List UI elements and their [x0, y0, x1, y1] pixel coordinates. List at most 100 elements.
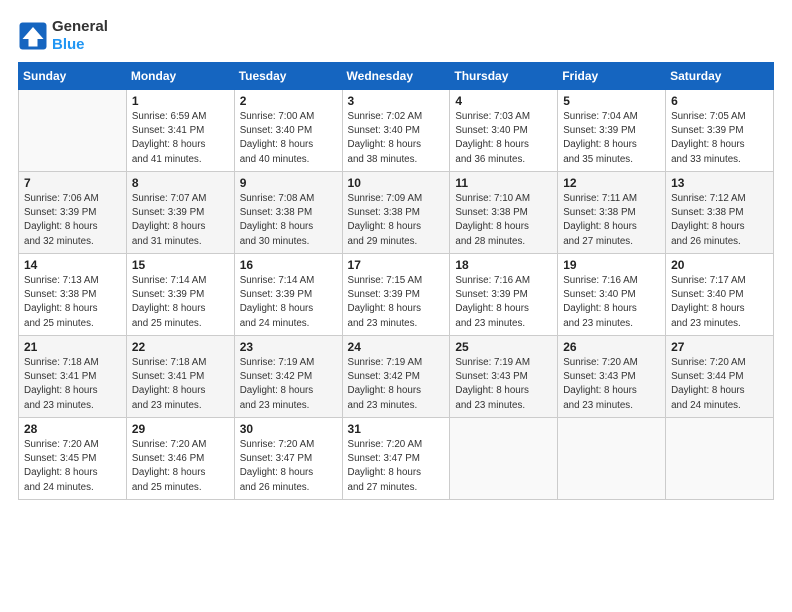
- calendar-cell: 24 Sunrise: 7:19 AMSunset: 3:42 PMDayligh…: [342, 336, 450, 418]
- day-info: Sunrise: 7:00 AMSunset: 3:40 PMDaylight:…: [240, 110, 337, 167]
- day-number: 11: [455, 176, 552, 190]
- calendar-week-row: 1 Sunrise: 6:59 AMSunset: 3:41 PMDaylight…: [19, 90, 774, 172]
- day-info: Sunrise: 7:03 AMSunset: 3:40 PMDaylight:…: [455, 110, 552, 167]
- logo-text: General Blue: [52, 18, 108, 54]
- day-number: 2: [240, 94, 337, 108]
- day-number: 5: [563, 94, 660, 108]
- calendar-cell: 12 Sunrise: 7:11 AMSunset: 3:38 PMDayligh…: [558, 172, 666, 254]
- calendar-cell: 9 Sunrise: 7:08 AMSunset: 3:38 PMDaylight…: [234, 172, 342, 254]
- day-info: Sunrise: 7:16 AMSunset: 3:40 PMDaylight:…: [563, 274, 660, 331]
- day-number: 19: [563, 258, 660, 272]
- day-number: 18: [455, 258, 552, 272]
- day-info: Sunrise: 7:20 AMSunset: 3:47 PMDaylight:…: [240, 438, 337, 495]
- calendar-cell: 18 Sunrise: 7:16 AMSunset: 3:39 PMDayligh…: [450, 254, 558, 336]
- day-info: Sunrise: 7:16 AMSunset: 3:39 PMDaylight:…: [455, 274, 552, 331]
- day-info: Sunrise: 7:09 AMSunset: 3:38 PMDaylight:…: [348, 192, 445, 249]
- day-info: Sunrise: 7:14 AMSunset: 3:39 PMDaylight:…: [240, 274, 337, 331]
- calendar-cell: 7 Sunrise: 7:06 AMSunset: 3:39 PMDaylight…: [19, 172, 127, 254]
- day-number: 30: [240, 422, 337, 436]
- day-info: Sunrise: 7:20 AMSunset: 3:43 PMDaylight:…: [563, 356, 660, 413]
- day-number: 13: [671, 176, 768, 190]
- weekday-header-sunday: Sunday: [19, 63, 127, 90]
- day-number: 31: [348, 422, 445, 436]
- day-info: Sunrise: 7:15 AMSunset: 3:39 PMDaylight:…: [348, 274, 445, 331]
- weekday-header-wednesday: Wednesday: [342, 63, 450, 90]
- day-number: 26: [563, 340, 660, 354]
- day-info: Sunrise: 7:07 AMSunset: 3:39 PMDaylight:…: [132, 192, 229, 249]
- day-info: Sunrise: 7:20 AMSunset: 3:44 PMDaylight:…: [671, 356, 768, 413]
- day-number: 27: [671, 340, 768, 354]
- calendar-cell: 23 Sunrise: 7:19 AMSunset: 3:42 PMDayligh…: [234, 336, 342, 418]
- calendar-table: SundayMondayTuesdayWednesdayThursdayFrid…: [18, 62, 774, 500]
- calendar-cell: [19, 90, 127, 172]
- calendar-cell: 10 Sunrise: 7:09 AMSunset: 3:38 PMDayligh…: [342, 172, 450, 254]
- calendar-cell: 6Sunrise: 7:05 AMSunset: 3:39 PMDaylight…: [666, 90, 774, 172]
- day-number: 21: [24, 340, 121, 354]
- day-info: Sunrise: 7:04 AMSunset: 3:39 PMDaylight:…: [563, 110, 660, 167]
- calendar-cell: 28 Sunrise: 7:20 AMSunset: 3:45 PMDayligh…: [19, 418, 127, 500]
- calendar-cell: 31 Sunrise: 7:20 AMSunset: 3:47 PMDayligh…: [342, 418, 450, 500]
- calendar-cell: 11 Sunrise: 7:10 AMSunset: 3:38 PMDayligh…: [450, 172, 558, 254]
- weekday-header-thursday: Thursday: [450, 63, 558, 90]
- day-number: 20: [671, 258, 768, 272]
- day-info: Sunrise: 7:10 AMSunset: 3:38 PMDaylight:…: [455, 192, 552, 249]
- day-number: 9: [240, 176, 337, 190]
- page: General Blue SundayMondayTuesdayWednesda…: [0, 0, 792, 612]
- day-number: 29: [132, 422, 229, 436]
- day-number: 25: [455, 340, 552, 354]
- calendar-cell: 8 Sunrise: 7:07 AMSunset: 3:39 PMDaylight…: [126, 172, 234, 254]
- calendar-cell: 16 Sunrise: 7:14 AMSunset: 3:39 PMDayligh…: [234, 254, 342, 336]
- weekday-header-saturday: Saturday: [666, 63, 774, 90]
- day-info: Sunrise: 7:20 AMSunset: 3:47 PMDaylight:…: [348, 438, 445, 495]
- calendar-week-row: 21 Sunrise: 7:18 AMSunset: 3:41 PMDayligh…: [19, 336, 774, 418]
- day-info: Sunrise: 7:19 AMSunset: 3:42 PMDaylight:…: [240, 356, 337, 413]
- calendar-cell: 30 Sunrise: 7:20 AMSunset: 3:47 PMDayligh…: [234, 418, 342, 500]
- day-info: Sunrise: 7:19 AMSunset: 3:43 PMDaylight:…: [455, 356, 552, 413]
- calendar-cell: 14Sunrise: 7:13 AMSunset: 3:38 PMDayligh…: [19, 254, 127, 336]
- calendar-cell: [558, 418, 666, 500]
- calendar-cell: 17Sunrise: 7:15 AMSunset: 3:39 PMDayligh…: [342, 254, 450, 336]
- day-info: Sunrise: 7:18 AMSunset: 3:41 PMDaylight:…: [132, 356, 229, 413]
- day-number: 16: [240, 258, 337, 272]
- calendar-cell: 26 Sunrise: 7:20 AMSunset: 3:43 PMDayligh…: [558, 336, 666, 418]
- day-number: 4: [455, 94, 552, 108]
- logo-icon: [18, 21, 48, 51]
- day-number: 15: [132, 258, 229, 272]
- day-info: Sunrise: 7:08 AMSunset: 3:38 PMDaylight:…: [240, 192, 337, 249]
- day-number: 24: [348, 340, 445, 354]
- day-number: 22: [132, 340, 229, 354]
- calendar-cell: 29Sunrise: 7:20 AMSunset: 3:46 PMDayligh…: [126, 418, 234, 500]
- day-info: Sunrise: 7:19 AMSunset: 3:42 PMDaylight:…: [348, 356, 445, 413]
- day-info: Sunrise: 7:17 AMSunset: 3:40 PMDaylight:…: [671, 274, 768, 331]
- day-info: Sunrise: 7:06 AMSunset: 3:39 PMDaylight:…: [24, 192, 121, 249]
- calendar-cell: 27 Sunrise: 7:20 AMSunset: 3:44 PMDayligh…: [666, 336, 774, 418]
- calendar-week-row: 7 Sunrise: 7:06 AMSunset: 3:39 PMDaylight…: [19, 172, 774, 254]
- day-info: Sunrise: 6:59 AMSunset: 3:41 PMDaylight:…: [132, 110, 229, 167]
- weekday-header-friday: Friday: [558, 63, 666, 90]
- calendar-cell: 13Sunrise: 7:12 AMSunset: 3:38 PMDayligh…: [666, 172, 774, 254]
- calendar-cell: [450, 418, 558, 500]
- day-info: Sunrise: 7:02 AMSunset: 3:40 PMDaylight:…: [348, 110, 445, 167]
- day-number: 1: [132, 94, 229, 108]
- day-number: 23: [240, 340, 337, 354]
- day-info: Sunrise: 7:14 AMSunset: 3:39 PMDaylight:…: [132, 274, 229, 331]
- day-number: 28: [24, 422, 121, 436]
- calendar-week-row: 28 Sunrise: 7:20 AMSunset: 3:45 PMDayligh…: [19, 418, 774, 500]
- day-info: Sunrise: 7:11 AMSunset: 3:38 PMDaylight:…: [563, 192, 660, 249]
- calendar-cell: 25 Sunrise: 7:19 AMSunset: 3:43 PMDayligh…: [450, 336, 558, 418]
- day-number: 8: [132, 176, 229, 190]
- day-info: Sunrise: 7:20 AMSunset: 3:45 PMDaylight:…: [24, 438, 121, 495]
- calendar-cell: 20 Sunrise: 7:17 AMSunset: 3:40 PMDayligh…: [666, 254, 774, 336]
- calendar-week-row: 14Sunrise: 7:13 AMSunset: 3:38 PMDayligh…: [19, 254, 774, 336]
- day-number: 12: [563, 176, 660, 190]
- day-number: 10: [348, 176, 445, 190]
- calendar-cell: 22 Sunrise: 7:18 AMSunset: 3:41 PMDayligh…: [126, 336, 234, 418]
- day-number: 7: [24, 176, 121, 190]
- weekday-header-tuesday: Tuesday: [234, 63, 342, 90]
- calendar-cell: 19 Sunrise: 7:16 AMSunset: 3:40 PMDayligh…: [558, 254, 666, 336]
- day-info: Sunrise: 7:05 AMSunset: 3:39 PMDaylight:…: [671, 110, 768, 167]
- calendar-cell: 2 Sunrise: 7:00 AMSunset: 3:40 PMDaylight…: [234, 90, 342, 172]
- weekday-header-row: SundayMondayTuesdayWednesdayThursdayFrid…: [19, 63, 774, 90]
- calendar-cell: [666, 418, 774, 500]
- calendar-cell: 15 Sunrise: 7:14 AMSunset: 3:39 PMDayligh…: [126, 254, 234, 336]
